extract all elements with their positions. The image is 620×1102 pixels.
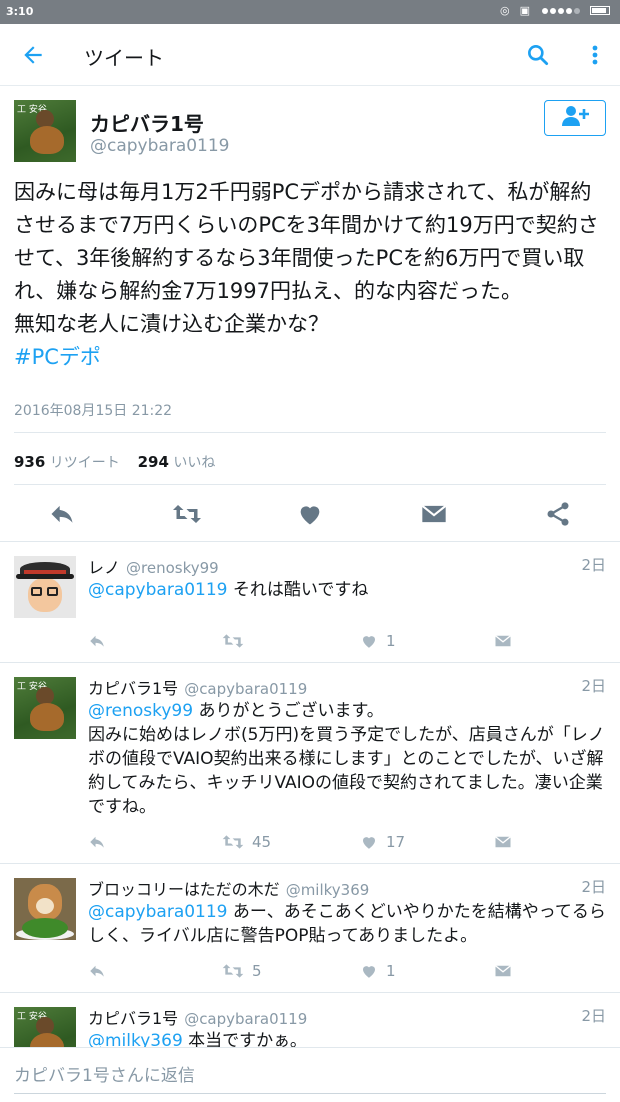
mention-link[interactable]: @capybara0119 [88,902,228,922]
like-icon [363,636,375,648]
retweet-count: 5 [252,962,262,980]
avatar[interactable] [14,878,76,940]
like-button[interactable]: 1 [360,960,396,982]
reply-icon[interactable] [48,500,76,528]
author-name[interactable]: カピバラ1号 [88,1009,178,1028]
author-name[interactable]: レノ [88,558,120,577]
author-handle[interactable]: @capybara0119 [184,1010,307,1028]
reply-time: 2日 [581,677,606,695]
dm-icon[interactable] [494,960,512,982]
avatar[interactable]: 工 安谷 [14,100,76,162]
retweet-icon[interactable] [172,500,201,528]
reply-actions: 5 1 [88,960,608,982]
like-icon [363,966,375,978]
screenshot-icon: ▣ [519,4,530,17]
mention-link[interactable]: @capybara0119 [88,580,228,600]
reply-text: @capybara0119 それは酷いですね [88,578,608,602]
reply-icon[interactable] [88,831,106,853]
like-label[interactable]: いいね [173,455,215,471]
hashtag-link[interactable]: #PCデポ [14,345,101,369]
avatar[interactable]: 工 安谷 [14,1007,76,1052]
signal-icon [540,4,580,17]
author-handle[interactable]: @capybara0119 [90,136,230,156]
reply-input[interactable] [14,1058,606,1094]
tweet-text: 因みに母は毎月1万2千円弱PCデポから請求されて、私が解約させるまで7万円くらい… [14,176,610,374]
reply-tweet[interactable]: 工 安谷 カピバラ1号 @capybara0119 2日 @milky369 本当… [0,992,620,1052]
reply-header: レノ @renosky99 [88,554,219,578]
more-vert-icon[interactable] [585,42,605,68]
divider [14,484,606,485]
follow-button[interactable] [544,100,606,136]
reply-body: それは酷いですね [227,580,369,600]
retweet-icon [222,964,244,978]
reply-icon[interactable] [88,630,106,652]
like-count: 1 [386,632,396,650]
status-bar: 3:10 ◎ ▣ [0,0,620,24]
reply-text: @capybara0119 あー、あそこあくどいやりかたを結構やってるらしく、ラ… [88,900,608,948]
retweet-count: 45 [252,833,272,851]
tweet-stats: 936 リツイート 294 いいね [14,452,215,472]
like-button[interactable]: 1 [360,630,396,652]
reply-composer [0,1047,620,1102]
reply-time: 2日 [581,1007,606,1025]
avatar[interactable] [14,556,76,618]
alarm-icon: ◎ [499,4,510,17]
reply-header: カピバラ1号 @capybara0119 [88,1005,307,1029]
reply-actions: 45 17 [88,831,608,853]
reply-actions: 1 [88,630,608,652]
like-count: 1 [386,962,396,980]
reply-time: 2日 [581,556,606,574]
reply-tweet[interactable]: レノ @renosky99 2日 @capybara0119 それは酷いですね 1 [0,541,620,661]
follow-user-icon [559,105,591,131]
divider [14,432,606,433]
author-handle[interactable]: @renosky99 [126,559,219,577]
share-icon[interactable] [544,500,572,528]
like-icon[interactable] [296,500,324,528]
tweet-actions [0,486,620,542]
avatar[interactable]: 工 安谷 [14,677,76,739]
reply-header: ブロッコリーはただの木だ @milky369 [88,876,369,900]
reply-icon[interactable] [88,960,106,982]
status-time: 3:10 [6,5,34,18]
battery-icon [590,6,610,15]
page-title: ツイート [84,46,164,70]
reply-tweet[interactable]: ブロッコリーはただの木だ @milky369 2日 @capybara0119 あ… [0,863,620,991]
like-count[interactable]: 294 [138,453,169,471]
back-arrow-icon[interactable] [20,42,46,68]
author-handle[interactable]: @capybara0119 [184,680,307,698]
search-icon[interactable] [525,42,551,68]
author-handle[interactable]: @milky369 [286,881,370,899]
reply-time: 2日 [581,878,606,896]
reply-header: カピバラ1号 @capybara0119 [88,675,307,699]
retweet-button[interactable]: 5 [222,960,262,982]
tweet-body: 因みに母は毎月1万2千円弱PCデポから請求されて、私が解約させるまで7万円くらい… [14,180,599,336]
retweet-count[interactable]: 936 [14,453,45,471]
author-name[interactable]: カピバラ1号 [88,679,178,698]
reply-tweet[interactable]: 工 安谷 カピバラ1号 @capybara0119 2日 @renosky99 あ… [0,662,620,862]
status-icons: ◎ ▣ [500,4,610,17]
retweet-label[interactable]: リツイート [50,455,120,471]
dm-icon[interactable] [420,500,448,528]
like-icon [363,837,375,849]
app-bar: ツイート [0,24,620,86]
retweet-icon [222,835,244,849]
tweet-timestamp: 2016年08月15日 21:22 [14,403,173,419]
retweet-button[interactable]: 45 [222,831,271,853]
reply-text: @renosky99 ありがとうございます。 因みに始めはレノボ(5万円)を買う… [88,699,608,819]
dm-icon[interactable] [494,630,512,652]
retweet-icon[interactable] [222,630,252,652]
mention-link[interactable]: @renosky99 [88,701,193,721]
author-name[interactable]: ブロッコリーはただの木だ [88,880,280,899]
like-button[interactable]: 17 [360,831,405,853]
like-count: 17 [386,833,406,851]
dm-icon[interactable] [494,831,512,853]
author-name[interactable]: カピバラ1号 [90,108,204,137]
